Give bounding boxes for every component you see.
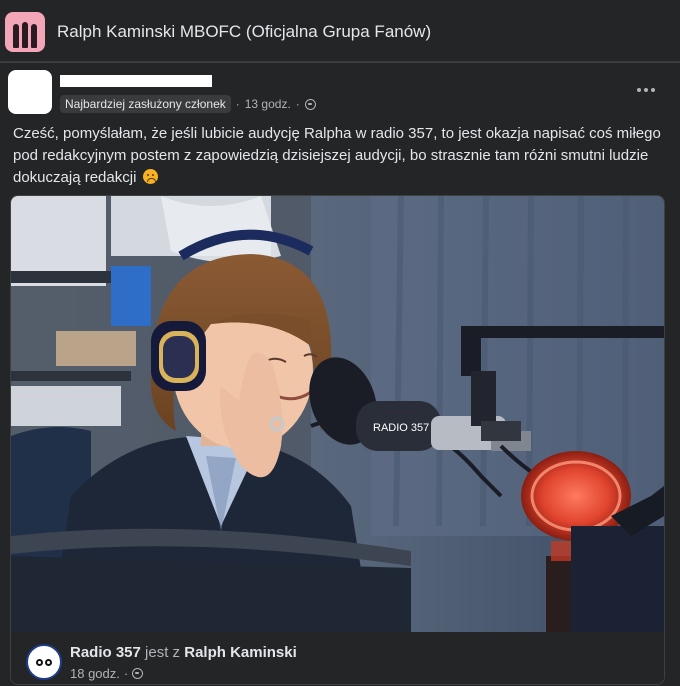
with-text: jest z (145, 644, 181, 661)
shared-meta-separator: · (123, 666, 129, 681)
meta-separator: · (235, 97, 240, 111)
page-name-link[interactable]: Radio 357 (70, 644, 141, 661)
radio-studio-photo[interactable]: RADIO 357 (11, 196, 664, 632)
mic-logo-text: RADIO 357 (373, 422, 429, 434)
radio357-avatar[interactable] (26, 644, 62, 680)
meta-separator-2: · (295, 97, 300, 111)
post-time[interactable]: 13 godz. (245, 97, 291, 111)
shared-post-meta: 18 godz. · (70, 666, 144, 681)
shared-post-footer: Radio 357 jest z Ralph Kaminski 18 godz.… (11, 632, 664, 684)
shared-post-time[interactable]: 18 godz. (70, 666, 120, 681)
more-options-button[interactable] (632, 80, 660, 100)
author-name-redacted (60, 75, 212, 87)
group-header: Ralph Kaminski MBOFC (Oficjalna Grupa Fa… (0, 0, 680, 62)
post-meta: Najbardziej zasłużony członek · 13 godz.… (60, 94, 316, 114)
audience-icon[interactable] (304, 98, 316, 110)
share-attribution: Radio 357 jest z Ralph Kaminski (70, 644, 297, 661)
sad-face-emoji-icon (142, 169, 158, 184)
shared-post-card[interactable]: RADIO 357 Radio 357 jest z Ralph Kaminsk… (10, 195, 665, 685)
group-name[interactable]: Ralph Kaminski MBOFC (Oficjalna Grupa Fa… (57, 22, 431, 42)
post-text: Cześć, pomyślałam, że jeśli lubicie audy… (13, 123, 668, 189)
post: Najbardziej zasłużony członek · 13 godz.… (0, 62, 680, 686)
post-message: Cześć, pomyślałam, że jeśli lubicie audy… (13, 125, 661, 186)
public-globe-icon[interactable] (132, 668, 144, 679)
tagged-person-link[interactable]: Ralph Kaminski (184, 644, 297, 661)
member-badge[interactable]: Najbardziej zasłużony członek (60, 95, 231, 113)
author-avatar[interactable] (8, 70, 52, 114)
group-avatar[interactable] (5, 12, 45, 52)
